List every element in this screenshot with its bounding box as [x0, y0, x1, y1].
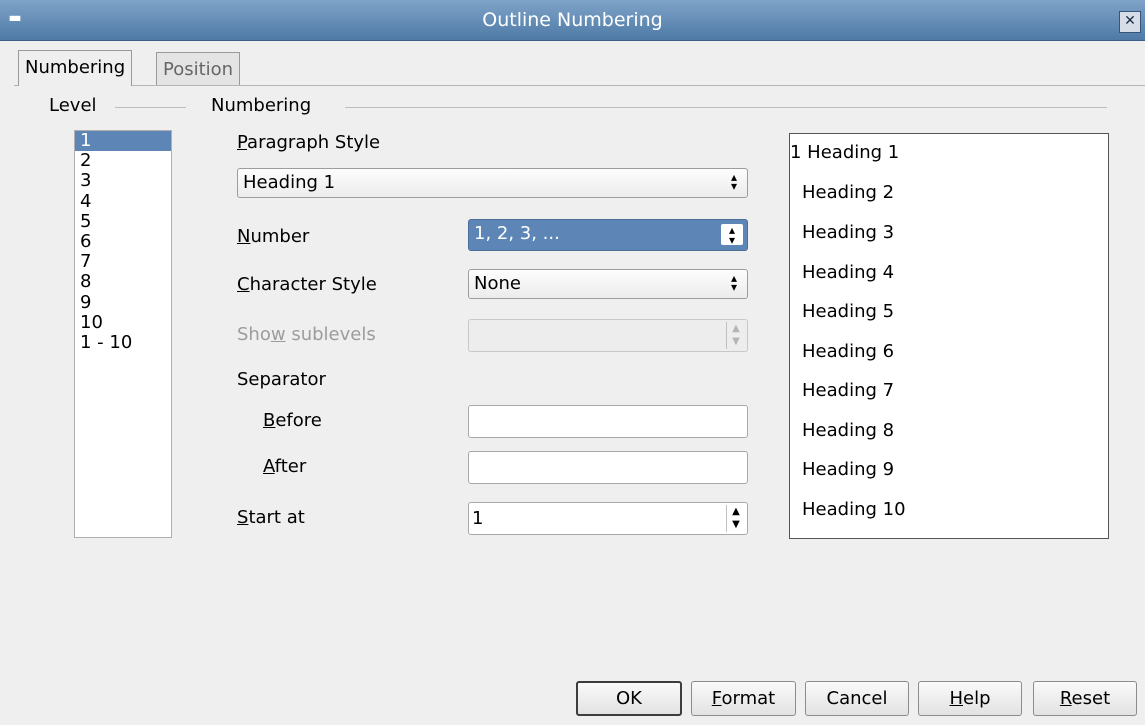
show-sublevels-label: Show sublevels — [237, 324, 376, 345]
level-item[interactable]: 4 — [75, 191, 171, 212]
preview-heading: Heading 10 — [802, 499, 906, 520]
start-at-value: 1 — [472, 508, 484, 529]
level-item[interactable]: 10 — [75, 312, 171, 333]
character-style-value: None — [474, 273, 521, 294]
tab-panel-border — [14, 85, 1145, 86]
paragraph-style-value: Heading 1 — [243, 172, 336, 193]
spin-arrows-icon[interactable]: ▲ ▼ — [726, 505, 745, 532]
numbering-group-label: Numbering — [211, 95, 312, 116]
updown-arrow-icon: ▴ ▾ — [721, 224, 743, 246]
spin-arrows-icon: ▲ ▼ — [726, 322, 745, 349]
level-group-rule — [115, 107, 186, 108]
close-icon[interactable]: ✕ — [1119, 11, 1141, 33]
level-item[interactable]: 7 — [75, 252, 171, 272]
ok-button[interactable]: OK — [576, 681, 682, 716]
after-label: After — [263, 456, 307, 477]
format-button[interactable]: Format — [691, 681, 796, 716]
level-item[interactable]: 1 - 10 — [75, 332, 171, 353]
after-input[interactable] — [468, 451, 748, 484]
show-sublevels-spin: ▲ ▼ — [468, 319, 748, 352]
preview-pane: 1 Heading 1 Heading 2 Heading 3 Heading … — [789, 133, 1109, 539]
reset-button[interactable]: Reset — [1033, 681, 1137, 716]
window-title: Outline Numbering — [482, 9, 663, 31]
preview-heading: Heading 6 — [802, 341, 895, 362]
updown-arrow-icon: ▴ ▾ — [730, 170, 738, 193]
updown-arrow-icon: ▴ ▾ — [730, 271, 738, 294]
character-style-select[interactable]: None ▴ ▾ — [468, 269, 748, 299]
preview-heading: Heading 9 — [802, 459, 895, 480]
level-item[interactable]: 3 — [75, 171, 171, 191]
level-item[interactable]: 2 — [75, 151, 171, 171]
before-input[interactable] — [468, 405, 748, 438]
character-style-label: Character Style — [237, 274, 377, 295]
level-list[interactable]: 1 2 3 4 5 6 7 8 9 10 1 - 10 — [74, 130, 172, 538]
start-at-label: Start at — [237, 507, 305, 528]
level-item[interactable]: 8 — [75, 272, 171, 292]
level-group-label: Level — [49, 95, 97, 116]
paragraph-style-label: Paragraph Style — [237, 132, 381, 153]
preview-heading: Heading 3 — [802, 222, 895, 243]
number-value: 1, 2, 3, ... — [474, 223, 560, 244]
separator-label: Separator — [237, 369, 326, 390]
level-item[interactable]: 1 — [75, 130, 171, 152]
preview-heading: Heading 2 — [802, 182, 895, 203]
title-bar: ▬ Outline Numbering ✕ — [0, 0, 1145, 41]
tab-position[interactable]: Position — [156, 52, 241, 86]
level-item[interactable]: 9 — [75, 292, 171, 313]
preview-heading: Heading 4 — [802, 262, 895, 283]
help-button[interactable]: Help — [918, 681, 1022, 716]
numbering-group-rule — [345, 107, 1107, 108]
number-select[interactable]: 1, 2, 3, ... ▴ ▾ — [468, 219, 748, 251]
level-item[interactable]: 6 — [75, 231, 171, 252]
cancel-button[interactable]: Cancel — [805, 681, 909, 716]
number-label: Number — [237, 226, 310, 247]
tab-numbering[interactable]: Numbering — [18, 50, 133, 86]
level-item[interactable]: 5 — [75, 211, 171, 232]
preview-heading: 1 Heading 1 — [790, 142, 900, 163]
before-label: Before — [263, 410, 322, 431]
preview-heading: Heading 7 — [802, 380, 895, 401]
paragraph-style-select[interactable]: Heading 1 ▴ ▾ — [237, 168, 748, 198]
start-at-spin[interactable]: 1 ▲ ▼ — [468, 502, 748, 535]
preview-heading: Heading 8 — [802, 420, 895, 441]
preview-heading: Heading 5 — [802, 301, 895, 322]
